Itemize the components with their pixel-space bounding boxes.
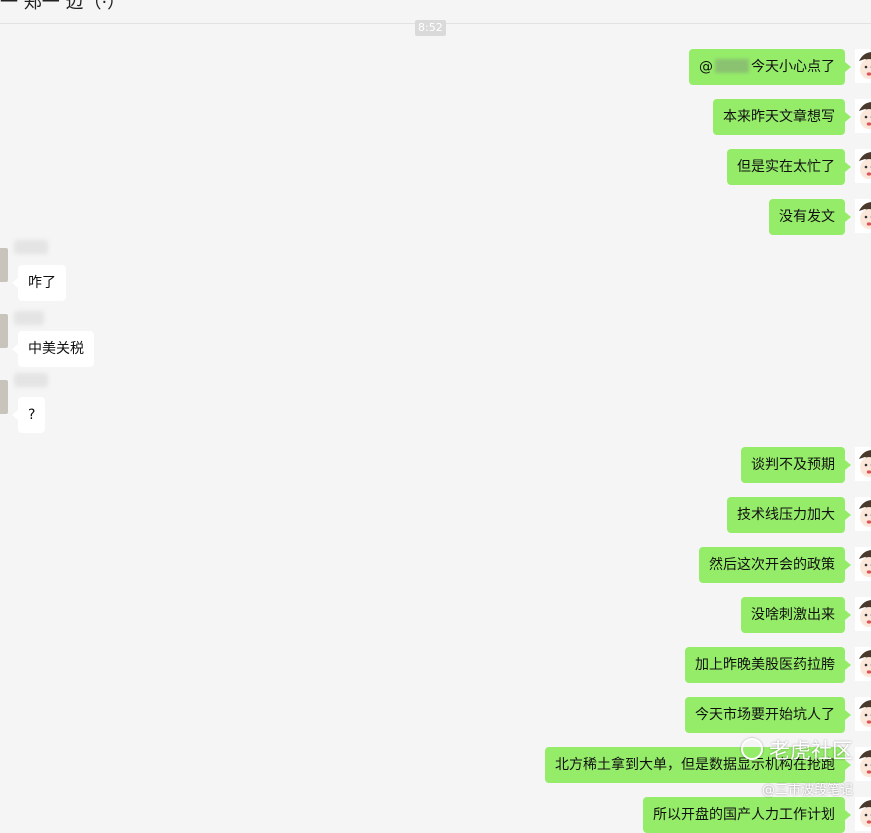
- incoming-bubble[interactable]: 中美关税: [18, 331, 94, 367]
- message-row: 中美关税: [18, 331, 218, 367]
- outgoing-bubble[interactable]: 加上昨晚美股医药拉胯: [685, 647, 845, 683]
- self-avatar-icon[interactable]: [855, 647, 871, 681]
- message-row: 谈判不及预期: [645, 447, 845, 483]
- message-row: 加上昨晚美股医药拉胯: [605, 647, 845, 683]
- mention-prefix: @: [699, 59, 713, 75]
- self-avatar-icon[interactable]: [855, 597, 871, 631]
- outgoing-bubble[interactable]: 所以开盘的国产人力工作计划: [643, 797, 845, 833]
- sender-name: [14, 311, 44, 325]
- message-text: 然后这次开会的政策: [709, 557, 835, 573]
- message-text: 今天小心点了: [751, 59, 835, 75]
- other-avatar-icon[interactable]: [0, 248, 8, 282]
- watermark-author: @三市波段笔记: [762, 779, 853, 798]
- self-avatar-icon[interactable]: [855, 99, 871, 133]
- outgoing-bubble[interactable]: 没啥刺激出来: [741, 597, 845, 633]
- sender-name: [14, 373, 48, 387]
- outgoing-bubble[interactable]: 谈判不及预期: [741, 447, 845, 483]
- message-text: 但是实在太忙了: [737, 159, 835, 175]
- message-text: 没有发文: [779, 209, 835, 225]
- message-text: 技术线压力加大: [737, 507, 835, 523]
- message-text: 今天市场要开始坑人了: [695, 707, 835, 723]
- self-avatar-icon[interactable]: [855, 697, 871, 731]
- message-text: 没啥刺激出来: [751, 607, 835, 623]
- message-row: 没啥刺激出来: [645, 597, 845, 633]
- self-avatar-icon[interactable]: [855, 747, 871, 781]
- other-avatar-icon[interactable]: [0, 380, 8, 414]
- other-avatar-icon[interactable]: [0, 314, 8, 348]
- outgoing-bubble[interactable]: 然后这次开会的政策: [699, 547, 845, 583]
- self-avatar-icon[interactable]: [855, 149, 871, 183]
- message-row: 所以开盘的国产人力工作计划: [545, 797, 845, 833]
- incoming-bubble[interactable]: ?: [18, 397, 45, 433]
- message-text: 谈判不及预期: [751, 457, 835, 473]
- tiger-logo-icon: [741, 738, 763, 760]
- message-row: 没有发文: [645, 199, 845, 235]
- message-row: ?: [18, 397, 218, 433]
- message-timestamp: 8:52: [415, 20, 446, 36]
- message-text: ?: [28, 407, 35, 423]
- message-row: 然后这次开会的政策: [625, 547, 845, 583]
- outgoing-bubble[interactable]: 没有发文: [769, 199, 845, 235]
- message-row: 今天市场要开始坑人了: [605, 697, 845, 733]
- outgoing-bubble[interactable]: @ 今天小心点了: [689, 49, 845, 85]
- outgoing-bubble[interactable]: 本来昨天文章想写: [713, 99, 845, 135]
- message-row: 但是实在太忙了: [645, 149, 845, 185]
- watermark-text: 老虎社区: [769, 739, 853, 763]
- self-avatar-icon[interactable]: [855, 547, 871, 581]
- self-avatar-icon[interactable]: [855, 447, 871, 481]
- chat-title: 一 郑一 迈（·）: [0, 0, 125, 14]
- outgoing-bubble[interactable]: 技术线压力加大: [727, 497, 845, 533]
- message-row: 技术线压力加大: [645, 497, 845, 533]
- watermark-logo: 老虎社区: [741, 735, 853, 765]
- outgoing-bubble[interactable]: 今天市场要开始坑人了: [685, 697, 845, 733]
- self-avatar-icon[interactable]: [855, 199, 871, 233]
- incoming-bubble[interactable]: 咋了: [18, 265, 66, 301]
- self-avatar-icon[interactable]: [855, 797, 871, 831]
- message-text: 本来昨天文章想写: [723, 109, 835, 125]
- message-row: @ 今天小心点了: [645, 49, 845, 85]
- message-text: 所以开盘的国产人力工作计划: [653, 807, 835, 823]
- self-avatar-icon[interactable]: [855, 49, 871, 83]
- message-row: 咋了: [18, 265, 218, 301]
- self-avatar-icon[interactable]: [855, 497, 871, 531]
- outgoing-bubble[interactable]: 但是实在太忙了: [727, 149, 845, 185]
- message-text: 咋了: [28, 275, 56, 291]
- blurred-mention: [715, 59, 749, 73]
- message-row: 本来昨天文章想写: [645, 99, 845, 135]
- message-text: 中美关税: [28, 341, 84, 357]
- sender-name: [14, 240, 48, 254]
- message-text: 加上昨晚美股医药拉胯: [695, 657, 835, 673]
